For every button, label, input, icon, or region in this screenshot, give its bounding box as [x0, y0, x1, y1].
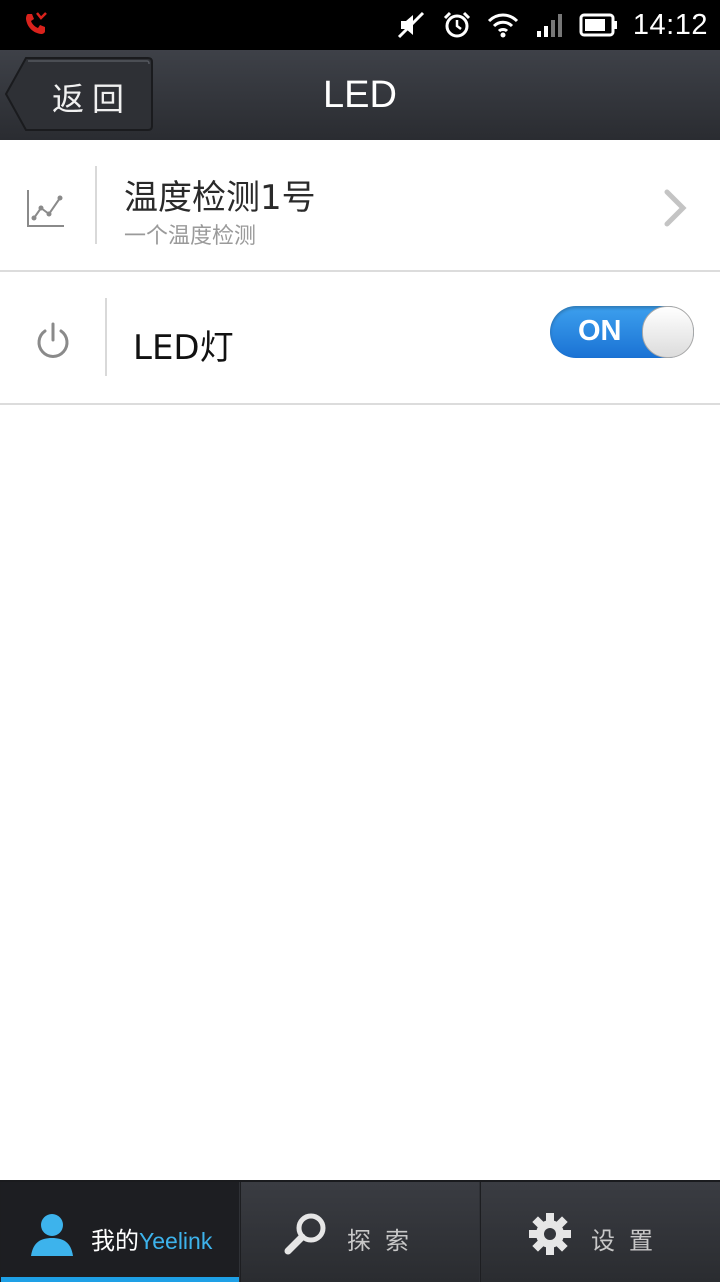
tab-label-zh: 我的 [91, 1227, 139, 1255]
signal-icon [536, 14, 562, 37]
row-divider [105, 298, 107, 376]
toggle-label: ON [578, 315, 622, 347]
title-bar: 返回 LED [0, 50, 720, 141]
row-divider [95, 166, 97, 244]
power-icon [37, 322, 69, 358]
line-chart-icon [27, 190, 64, 227]
tab-label: 探索 [347, 1227, 423, 1255]
gear-icon [529, 1213, 571, 1255]
list-item-led-light: LED灯 ON [0, 272, 720, 405]
list-item-title: 温度检测1号 [124, 178, 316, 218]
toggle-knob[interactable] [642, 306, 694, 358]
tab-label: 我的Yeelink [91, 1221, 212, 1256]
clock: 14:12 [632, 8, 708, 41]
tab-explore[interactable]: 探索 [240, 1182, 479, 1282]
user-icon [31, 1214, 73, 1256]
page-title: LED [323, 74, 397, 116]
list-item-temperature-sensor[interactable]: 温度检测1号 一个温度检测 [0, 140, 720, 272]
list-item-title: LED灯 [133, 328, 234, 368]
battery-icon [579, 13, 617, 37]
wifi-icon [487, 13, 518, 38]
alarm-icon [443, 11, 470, 38]
missed-call-icon [26, 12, 47, 34]
led-toggle-switch[interactable]: ON [550, 306, 694, 358]
bottom-nav: 我的Yeelink 探索 设置 [0, 1180, 720, 1282]
tab-label-en: Yeelink [139, 1228, 213, 1254]
status-bar: 14:12 [0, 0, 720, 50]
tab-my-yeelink[interactable]: 我的Yeelink [0, 1182, 239, 1282]
tab-label: 设置 [591, 1227, 667, 1255]
chevron-right-icon [664, 189, 687, 227]
list-item-subtitle: 一个温度检测 [124, 224, 257, 249]
tab-settings[interactable]: 设置 [480, 1182, 720, 1282]
mute-icon [397, 11, 424, 39]
search-icon [284, 1213, 326, 1255]
